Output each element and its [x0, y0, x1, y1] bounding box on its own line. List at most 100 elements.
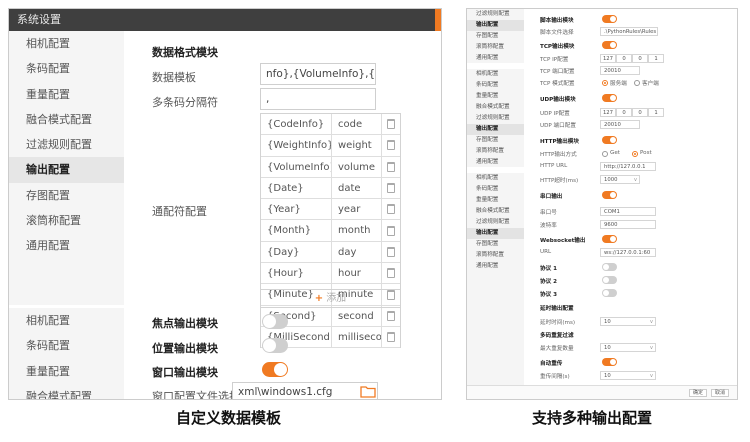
sidebar-item[interactable]: 存图配置 [467, 31, 524, 42]
sidebar-item[interactable]: 输出配置 [467, 123, 524, 135]
delete-row-button[interactable] [382, 199, 400, 219]
sidebar-item[interactable]: 条码配置 [467, 184, 524, 195]
sidebar-item[interactable]: 融合模式配置 [9, 107, 124, 132]
sidebar-item[interactable]: 相机配置 [467, 69, 524, 80]
http-post-radio[interactable] [632, 151, 638, 157]
ip-octet[interactable]: 1 [648, 108, 664, 117]
sidebar-item[interactable]: 过滤规则配置 [467, 9, 524, 20]
wildcard-name[interactable]: month [332, 220, 382, 241]
position-output-toggle[interactable] [262, 338, 288, 353]
sidebar-item[interactable]: 输出配置 [467, 227, 524, 239]
script-file-input[interactable]: .\PythonRules\Rules [600, 27, 658, 36]
wildcard-name[interactable]: millisecon [332, 326, 382, 348]
delete-row-button[interactable] [382, 135, 400, 155]
sidebar-item[interactable]: 重量配置 [467, 195, 524, 206]
add-wildcard-button[interactable]: + 添加 [260, 289, 401, 308]
sidebar-item[interactable]: 存图配置 [467, 239, 524, 250]
wildcard-name[interactable]: weight [332, 135, 382, 156]
delete-row-button[interactable] [382, 306, 400, 326]
sidebar-item[interactable]: 过滤规则配置 [9, 132, 124, 157]
wildcard-name[interactable]: hour [332, 263, 382, 284]
udp-ip-input[interactable]: 127 0 0 1 [600, 108, 664, 117]
sidebar-item[interactable]: 滚筒称配置 [467, 250, 524, 261]
sidebar-item[interactable]: 过滤规则配置 [467, 217, 524, 228]
baud-input[interactable]: 9600 [600, 220, 656, 229]
serial-output-toggle[interactable] [602, 191, 617, 199]
sidebar-item[interactable]: 融合模式配置 [467, 102, 524, 113]
websocket-output-toggle[interactable] [602, 235, 617, 243]
cancel-button[interactable]: 取消 [711, 389, 729, 397]
ip-octet[interactable]: 0 [632, 108, 648, 117]
sidebar-item[interactable]: 过滤规则配置 [467, 113, 524, 124]
sidebar-item[interactable]: 通用配置 [467, 261, 524, 272]
separator-input[interactable]: , [260, 88, 376, 110]
tcp-mode-server-radio[interactable] [602, 80, 608, 86]
wildcard-name[interactable]: year [332, 199, 382, 220]
wildcard-token[interactable]: {Hour} [261, 263, 332, 284]
reset-interval-select[interactable]: 10 [600, 371, 656, 380]
delete-row-button[interactable] [382, 220, 400, 240]
sidebar-item[interactable]: 通用配置 [467, 157, 524, 168]
template-input[interactable]: nfo},{VolumeInfo},{Date} [260, 63, 376, 85]
sidebar-item[interactable]: 条码配置 [9, 56, 124, 81]
max-repeat-select[interactable]: 10 [600, 343, 656, 352]
protocol-1-toggle[interactable] [602, 263, 617, 271]
delete-row-button[interactable] [382, 157, 400, 177]
sidebar-item[interactable]: 条码配置 [467, 80, 524, 91]
wildcard-token[interactable]: {WeightInfo} [261, 135, 332, 156]
sidebar-item[interactable]: 条码配置 [9, 333, 124, 358]
tcp-mode-client-radio[interactable] [634, 80, 640, 86]
sidebar-item[interactable]: 相机配置 [467, 173, 524, 184]
serial-port-input[interactable]: COM1 [600, 207, 656, 216]
udp-output-toggle[interactable] [602, 94, 617, 102]
sidebar-item[interactable]: 滚筒称配置 [467, 146, 524, 157]
sidebar-item[interactable]: 融合模式配置 [467, 206, 524, 217]
sidebar-item[interactable]: 输出配置 [9, 157, 124, 183]
sidebar-item[interactable]: 存图配置 [467, 135, 524, 146]
wildcard-token[interactable]: {Date} [261, 177, 332, 199]
wildcard-token[interactable]: {Month} [261, 220, 332, 241]
sidebar-item[interactable]: 输出配置 [467, 19, 524, 31]
protocol-2-toggle[interactable] [602, 276, 617, 284]
sidebar-item[interactable]: 融合模式配置 [9, 384, 124, 399]
auto-reset-toggle[interactable] [602, 358, 617, 366]
sidebar-item[interactable]: 通用配置 [467, 53, 524, 64]
wildcard-name[interactable]: date [332, 177, 382, 199]
delete-row-button[interactable] [382, 178, 400, 198]
wildcard-token[interactable]: {Year} [261, 199, 332, 220]
http-get-radio[interactable] [602, 151, 608, 157]
delete-row-button[interactable] [382, 242, 400, 262]
sidebar-item[interactable]: 重量配置 [9, 359, 124, 384]
http-url-input[interactable]: http://127.0.0.1 [600, 162, 656, 171]
wildcard-token[interactable]: {VolumeInfo} [261, 156, 332, 177]
wildcard-token[interactable]: {CodeInfo} [261, 114, 332, 135]
focus-output-toggle[interactable] [262, 314, 288, 329]
sidebar-item[interactable]: 存图配置 [9, 183, 124, 208]
tcp-port-input[interactable]: 20010 [600, 66, 640, 75]
ok-button[interactable]: 确定 [689, 389, 707, 397]
tcp-output-toggle[interactable] [602, 41, 617, 49]
delete-row-button[interactable] [382, 327, 400, 347]
sidebar-item[interactable]: 重量配置 [9, 82, 124, 107]
wildcard-name[interactable]: day [332, 241, 382, 263]
window-config-input[interactable]: xml\windows1.cfg [232, 382, 378, 399]
sidebar-item[interactable]: 重量配置 [467, 91, 524, 102]
script-module-toggle[interactable] [602, 15, 617, 23]
wildcard-name[interactable]: volume [332, 156, 382, 177]
ip-octet[interactable]: 0 [616, 108, 632, 117]
sidebar-item[interactable]: 滚筒称配置 [9, 208, 124, 233]
sidebar-item[interactable]: 相机配置 [9, 308, 124, 333]
ip-octet[interactable]: 127 [600, 54, 616, 63]
websocket-url-input[interactable]: ws://127.0.0.1:60 [600, 248, 656, 257]
sidebar-item[interactable]: 通用配置 [9, 233, 124, 258]
window-output-toggle[interactable] [262, 362, 288, 377]
delete-row-button[interactable] [382, 263, 400, 283]
ip-octet[interactable]: 0 [616, 54, 632, 63]
ip-octet[interactable]: 127 [600, 108, 616, 117]
delay-time-select[interactable]: 10 [600, 317, 656, 326]
ip-octet[interactable]: 0 [632, 54, 648, 63]
ip-octet[interactable]: 1 [648, 54, 664, 63]
sidebar-item[interactable]: 滚筒称配置 [467, 42, 524, 53]
wildcard-name[interactable]: second [332, 305, 382, 326]
protocol-3-toggle[interactable] [602, 289, 617, 297]
